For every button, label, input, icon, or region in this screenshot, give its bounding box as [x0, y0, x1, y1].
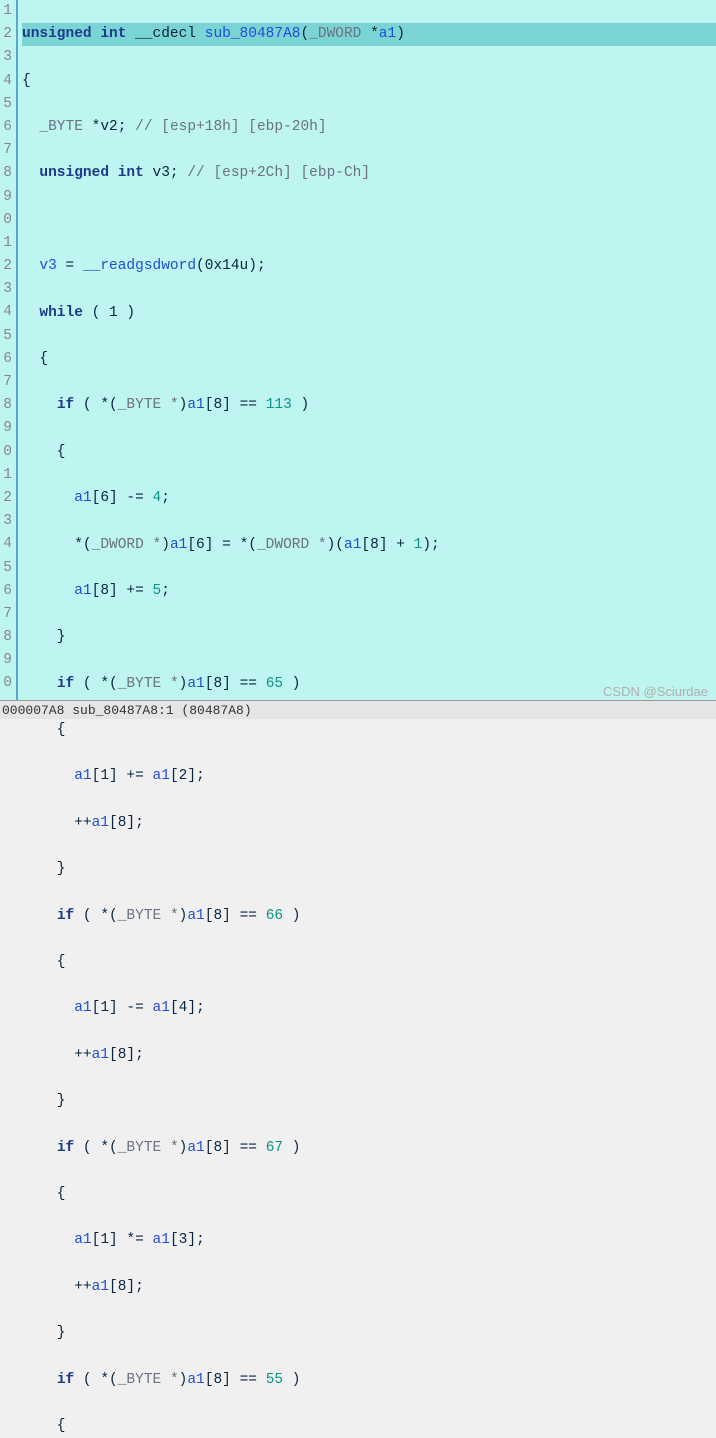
line-number: 6: [0, 116, 12, 139]
line-number: 8: [0, 626, 12, 649]
code-line[interactable]: *(_DWORD *)a1[6] = *(_DWORD *)(a1[8] + 1…: [22, 534, 716, 557]
code-area[interactable]: unsigned int __cdecl sub_80487A8(_DWORD …: [18, 0, 716, 700]
line-number-gutter: 1 2 3 4 5 6 7 8 9 0 1 2 3 4 5 6 7 8 9 0 …: [0, 0, 18, 700]
code-line[interactable]: if ( *(_BYTE *)a1[8] == 66 ): [22, 905, 716, 928]
code-line[interactable]: }: [22, 1090, 716, 1113]
code-line[interactable]: _BYTE *v2; // [esp+18h] [ebp-20h]: [22, 116, 716, 139]
code-line[interactable]: if ( *(_BYTE *)a1[8] == 67 ): [22, 1137, 716, 1160]
line-number: 3: [0, 510, 12, 533]
code-line[interactable]: ++a1[8];: [22, 1276, 716, 1299]
line-number: 9: [0, 186, 12, 209]
code-editor[interactable]: 1 2 3 4 5 6 7 8 9 0 1 2 3 4 5 6 7 8 9 0 …: [0, 0, 716, 700]
code-line[interactable]: v3 = __readgsdword(0x14u);: [22, 255, 716, 278]
code-line[interactable]: [22, 209, 716, 232]
line-number: 1: [0, 232, 12, 255]
code-line[interactable]: unsigned int v3; // [esp+2Ch] [ebp-Ch]: [22, 162, 716, 185]
line-number: 3: [0, 278, 12, 301]
code-line[interactable]: {: [22, 1183, 716, 1206]
line-number: 9: [0, 649, 12, 672]
code-line[interactable]: {: [22, 70, 716, 93]
code-line[interactable]: a1[8] += 5;: [22, 580, 716, 603]
line-number: 4: [0, 301, 12, 324]
code-line[interactable]: ++a1[8];: [22, 1044, 716, 1067]
code-line[interactable]: while ( 1 ): [22, 302, 716, 325]
line-number: 5: [0, 93, 12, 116]
line-number: 6: [0, 580, 12, 603]
code-line[interactable]: {: [22, 441, 716, 464]
line-number: 8: [0, 162, 12, 185]
code-line[interactable]: if ( *(_BYTE *)a1[8] == 113 ): [22, 394, 716, 417]
line-number: 6: [0, 348, 12, 371]
code-line[interactable]: unsigned int __cdecl sub_80487A8(_DWORD …: [22, 23, 716, 46]
line-number: 7: [0, 139, 12, 162]
code-line[interactable]: {: [22, 719, 716, 742]
status-text: 000007A8 sub_80487A8:1 (80487A8): [2, 703, 252, 718]
line-number: 2: [0, 255, 12, 278]
code-line[interactable]: }: [22, 626, 716, 649]
code-line[interactable]: {: [22, 1415, 716, 1438]
code-line[interactable]: a1[1] += a1[2];: [22, 765, 716, 788]
line-number: 2: [0, 487, 12, 510]
line-number: 5: [0, 557, 12, 580]
watermark-text: CSDN @Sciurdae: [603, 684, 708, 699]
line-number: 9: [0, 417, 12, 440]
code-line[interactable]: }: [22, 1322, 716, 1345]
line-number: 4: [0, 533, 12, 556]
line-number: 2: [0, 23, 12, 46]
status-bar: 000007A8 sub_80487A8:1 (80487A8): [0, 700, 716, 719]
code-line[interactable]: {: [22, 348, 716, 371]
code-line[interactable]: }: [22, 858, 716, 881]
line-number: 3: [0, 46, 12, 69]
code-line[interactable]: {: [22, 951, 716, 974]
code-line[interactable]: a1[1] -= a1[4];: [22, 997, 716, 1020]
line-number: 1: [0, 464, 12, 487]
line-number: 0: [0, 672, 12, 695]
line-number: 0: [0, 209, 12, 232]
line-number: 8: [0, 394, 12, 417]
line-number: 1: [0, 0, 12, 23]
line-number: 7: [0, 603, 12, 626]
line-number: 5: [0, 325, 12, 348]
code-line[interactable]: a1[1] *= a1[3];: [22, 1229, 716, 1252]
line-number: 7: [0, 371, 12, 394]
code-line[interactable]: ++a1[8];: [22, 812, 716, 835]
line-number: 4: [0, 70, 12, 93]
line-number: 0: [0, 441, 12, 464]
code-line[interactable]: if ( *(_BYTE *)a1[8] == 55 ): [22, 1369, 716, 1392]
code-line[interactable]: a1[6] -= 4;: [22, 487, 716, 510]
